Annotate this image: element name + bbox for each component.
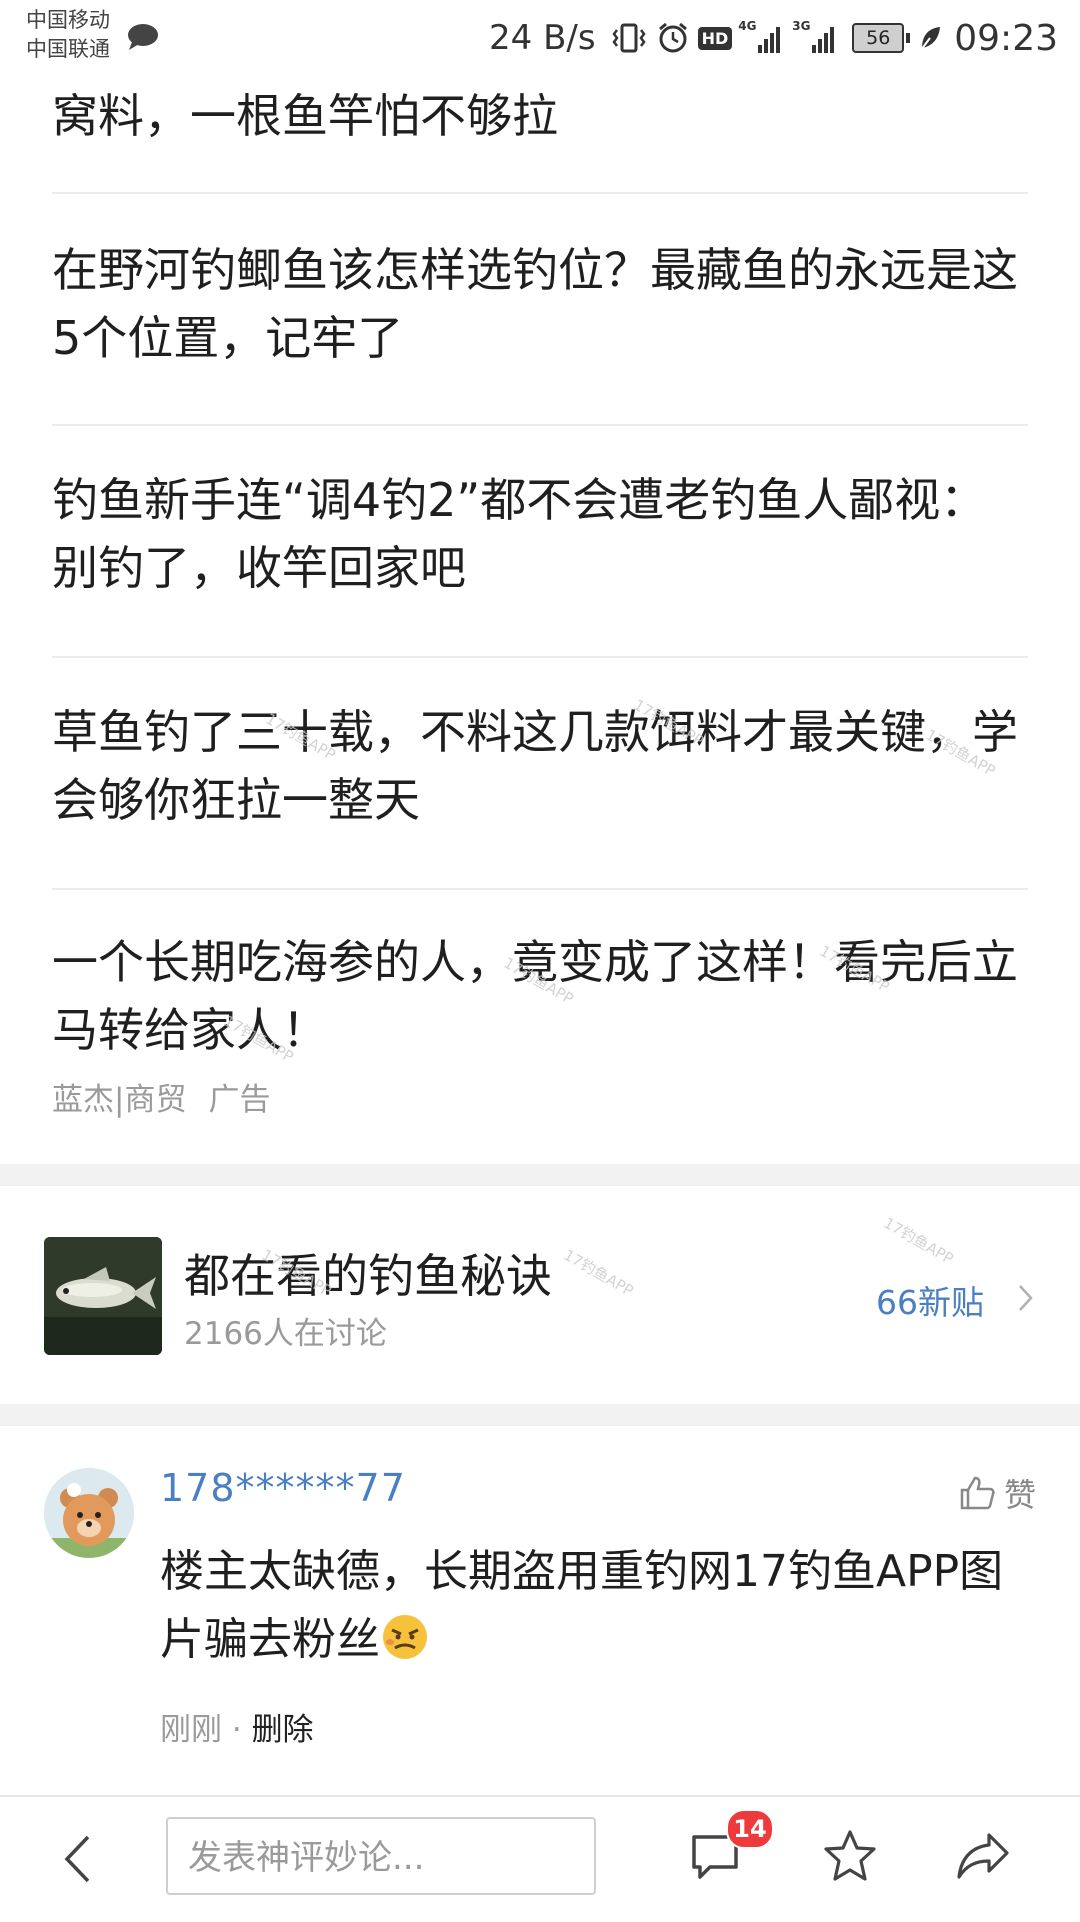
signal-3g-label: 3G: [792, 19, 811, 33]
divider: [52, 192, 1028, 194]
article-item[interactable]: 草鱼钓了三十载，不料这几款饵料才最关键，学会够你狂拉一整天: [52, 698, 1028, 834]
comment-body: 楼主太缺德，长期盗用重钓网17钓鱼APP图片骗去粉丝: [160, 1546, 1004, 1665]
angry-face-emoji-icon: [383, 1615, 427, 1659]
carrier-1: 中国移动: [26, 8, 110, 32]
signal-4g-label: 4G: [738, 19, 757, 33]
topic-title: 都在看的钓鱼秘诀: [184, 1249, 552, 1303]
network-speed: 24 B/s: [489, 18, 596, 58]
bottom-toolbar: 发表神评妙论... 14: [0, 1795, 1080, 1922]
battery-icon: 56: [852, 23, 911, 53]
ad-source: 蓝杰|商贸: [52, 1082, 187, 1118]
share-icon[interactable]: [955, 1829, 1011, 1883]
chevron-right-icon[interactable]: [1016, 1282, 1036, 1314]
status-icons: 24 B/s HD 4G 3G 56 09:23: [489, 14, 1058, 62]
ad-meta: 蓝杰|商贸 广告: [52, 1074, 270, 1119]
comment-count-badge: 14: [726, 1809, 774, 1849]
section-separator: [0, 1164, 1080, 1186]
back-icon[interactable]: [62, 1833, 92, 1885]
meta-separator: ·: [222, 1712, 252, 1748]
article-title: 在野河钓鲫鱼该怎样选钓位？最藏鱼的永远是这5个位置，记牢了: [52, 243, 1018, 365]
article-title: 窝料，一根鱼竿怕不够拉: [52, 89, 558, 143]
divider: [52, 424, 1028, 426]
carrier-info: 中国移动 中国联通: [26, 6, 110, 64]
like-label: 赞: [1003, 1476, 1036, 1514]
comment-text: 楼主太缺德，长期盗用重钓网17钓鱼APP图片骗去粉丝: [160, 1538, 1040, 1674]
fish-image-icon: [44, 1237, 162, 1355]
topic-thumbnail: [44, 1237, 162, 1355]
delete-button[interactable]: 删除: [252, 1712, 314, 1748]
article-title: 草鱼钓了三十载，不料这几款饵料才最关键，学会够你狂拉一整天: [52, 705, 1018, 827]
topic-discussion-count: 2166人在讨论: [184, 1316, 387, 1352]
battery-level: 56: [852, 23, 905, 53]
comment-username[interactable]: 178******77: [160, 1466, 406, 1510]
article-item[interactable]: 在野河钓鲫鱼该怎样选钓位？最藏鱼的永远是这5个位置，记牢了: [52, 236, 1028, 372]
carrier-2: 中国联通: [26, 37, 110, 61]
article-item[interactable]: 钓鱼新手连“调4钓2”都不会遭老钓鱼人鄙视：别钓了，收竿回家吧: [52, 466, 1028, 602]
thumbs-up-icon: [960, 1476, 995, 1510]
article-item[interactable]: 窝料，一根鱼竿怕不够拉: [52, 82, 1028, 150]
vibrate-icon: [612, 23, 646, 53]
clock: 09:23: [954, 17, 1058, 59]
watermark: 17钓鱼APP: [880, 1213, 957, 1269]
signal-4g-icon: 4G: [738, 19, 781, 53]
topic-new-posts[interactable]: 66新贴: [876, 1276, 984, 1324]
star-icon[interactable]: [822, 1829, 878, 1883]
like-button[interactable]: 赞: [958, 1470, 1036, 1516]
chat-bubble-icon: [128, 24, 158, 50]
comment-input[interactable]: 发表神评妙论...: [166, 1817, 596, 1895]
status-bar: 中国移动 中国联通 24 B/s HD 4G 3G 56 09:23: [0, 0, 1080, 78]
divider: [52, 656, 1028, 658]
article-title: 钓鱼新手连“调4钓2”都不会遭老钓鱼人鄙视：别钓了，收竿回家吧: [52, 473, 987, 595]
comment-time: 刚刚: [160, 1712, 222, 1748]
bear-avatar-icon: [44, 1468, 134, 1558]
comment-meta: 刚刚 · 删除: [160, 1704, 314, 1749]
signal-3g-icon: 3G: [792, 19, 835, 53]
avatar[interactable]: [44, 1468, 134, 1558]
divider: [52, 888, 1028, 890]
alarm-icon: [658, 22, 687, 53]
article-title: 一个长期吃海参的人，竟变成了这样！看完后立马转给家人！: [52, 935, 1018, 1057]
watermark: 17钓鱼APP: [560, 1245, 637, 1301]
section-separator: [0, 1404, 1080, 1426]
leaf-icon: [920, 27, 941, 51]
ad-label: 广告: [208, 1082, 271, 1118]
hd-badge: HD: [697, 26, 733, 50]
